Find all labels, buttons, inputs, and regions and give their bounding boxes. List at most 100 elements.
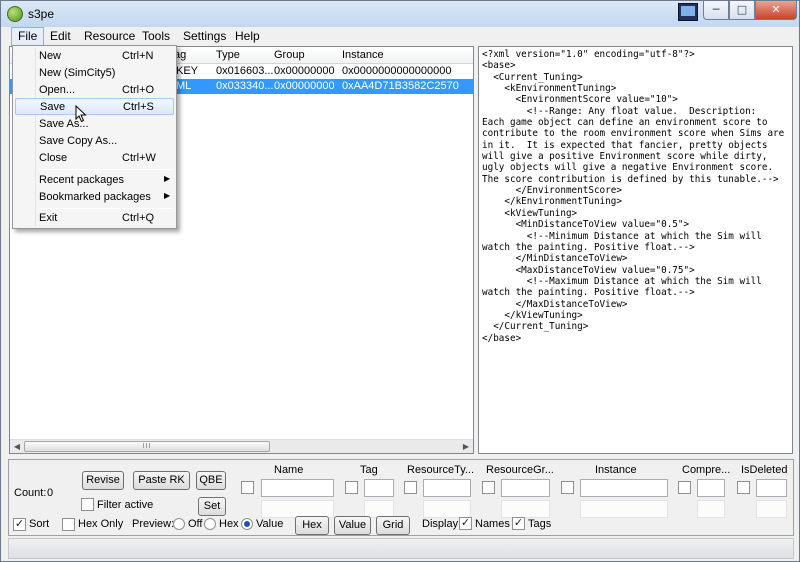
filter-active-label: Filter active	[97, 499, 154, 511]
row-group: 0x00000000	[274, 80, 335, 92]
scroll-left-icon[interactable]: ◀	[10, 440, 24, 454]
filter-column-isdeleted: IsDeleted	[741, 464, 788, 476]
grid-button[interactable]: Grid	[376, 516, 410, 535]
compressed-filter-input[interactable]	[697, 479, 725, 497]
value-button[interactable]: Value	[334, 516, 371, 535]
menu-item-recent-packages[interactable]: Recent packages ▶	[15, 172, 174, 189]
tags-checkbox[interactable]: ✓	[512, 517, 525, 530]
filter-column-instance: Instance	[595, 464, 637, 476]
column-header-instance[interactable]: Instance	[342, 49, 384, 61]
isdeleted-filter-input[interactable]	[756, 479, 787, 497]
row-type: 0x016603...	[216, 65, 274, 77]
resourcegroup-filter-input[interactable]	[501, 479, 550, 497]
isdeleted-filter-value[interactable]	[756, 500, 787, 518]
maximize-button[interactable]: □	[729, 1, 755, 20]
instance-filter-value[interactable]	[580, 500, 668, 518]
filter-column-compressed: Compre...	[682, 464, 731, 476]
menu-item-label: Close	[39, 152, 68, 164]
app-icon[interactable]	[7, 6, 23, 22]
menu-item-shortcut: Ctrl+W	[122, 152, 156, 164]
menu-item-shortcut: Ctrl+S	[123, 101, 154, 113]
menu-item-label: Save	[40, 101, 66, 113]
preview-off-radio[interactable]	[173, 518, 185, 530]
menu-help[interactable]: Help	[229, 27, 266, 46]
menu-bar: File Edit Resource Tools Settings Help	[1, 27, 799, 46]
resourcetype-filter-value[interactable]	[423, 500, 471, 518]
menu-item-save-as[interactable]: Save As...	[15, 116, 174, 133]
row-instance: 0x0000000000000000	[342, 65, 452, 77]
scroll-right-icon[interactable]: ▶	[459, 440, 473, 454]
preview-value-radio[interactable]	[241, 518, 253, 530]
column-header-type[interactable]: Type	[216, 49, 240, 61]
names-label: Names	[475, 518, 510, 530]
row-type: 0x033340...	[216, 80, 274, 92]
menu-item-close[interactable]: Close Ctrl+W	[15, 150, 174, 167]
compressed-filter-checkbox[interactable]	[678, 481, 691, 494]
menu-tools[interactable]: Tools	[136, 27, 176, 46]
menu-file[interactable]: File	[11, 27, 45, 46]
app-window: s3pe ─ □ ✕ File Edit Resource Tools Sett…	[0, 0, 800, 562]
file-menu-dropdown: New Ctrl+N New (SimCity5) Open... Ctrl+O…	[12, 45, 177, 229]
menu-item-shortcut: Ctrl+N	[122, 50, 154, 62]
menu-edit[interactable]: Edit	[44, 27, 77, 46]
menu-item-new[interactable]: New Ctrl+N	[15, 48, 174, 65]
menu-item-label: Bookmarked packages	[39, 191, 151, 203]
menu-item-save[interactable]: Save Ctrl+S	[15, 98, 174, 115]
resourcetype-filter-checkbox[interactable]	[404, 481, 417, 494]
compressed-filter-value[interactable]	[697, 500, 725, 518]
names-checkbox[interactable]: ✓	[459, 517, 472, 530]
resourcegroup-filter-checkbox[interactable]	[482, 481, 495, 494]
count-label: Count:	[14, 487, 47, 499]
menu-item-label: New (SimCity5)	[39, 67, 116, 79]
display-label: Display:	[422, 518, 462, 530]
menu-item-label: Recent packages	[39, 174, 124, 186]
column-header-group[interactable]: Group	[274, 49, 305, 61]
horizontal-scrollbar[interactable]: ◀ III ▶	[10, 439, 473, 453]
menu-item-label: Save Copy As...	[39, 135, 118, 147]
instance-filter-checkbox[interactable]	[561, 481, 574, 494]
menu-resource[interactable]: Resource	[78, 27, 141, 46]
isdeleted-filter-checkbox[interactable]	[737, 481, 750, 494]
menu-item-open[interactable]: Open... Ctrl+O	[15, 82, 174, 99]
xml-preview-pane[interactable]: <?xml version="1.0" encoding="utf-8"?> <…	[478, 46, 793, 454]
count-value: 0	[47, 487, 54, 499]
mouse-pointer-icon	[75, 105, 87, 123]
resourcegroup-filter-value[interactable]	[501, 500, 550, 518]
preview-label: Preview:	[132, 518, 175, 530]
menu-item-save-copy-as[interactable]: Save Copy As...	[15, 133, 174, 150]
name-filter-checkbox[interactable]	[241, 481, 254, 494]
row-tag: ML	[176, 80, 192, 92]
paste-rk-button[interactable]: Paste RK	[133, 471, 190, 490]
tag-filter-input[interactable]	[364, 479, 394, 497]
minimize-button[interactable]: ─	[703, 1, 729, 20]
menu-item-label: Exit	[39, 212, 58, 224]
sort-label: Sort	[29, 518, 50, 530]
menu-settings[interactable]: Settings	[177, 27, 232, 46]
menu-item-shortcut: Ctrl+Q	[122, 212, 155, 224]
hex-button[interactable]: Hex	[295, 516, 329, 535]
name-filter-input[interactable]	[261, 479, 334, 497]
qbe-button[interactable]: QBE	[196, 471, 226, 490]
filter-column-resourcetype: ResourceTy...	[407, 464, 475, 476]
filter-active-checkbox[interactable]	[81, 498, 94, 511]
row-tag: KEY	[176, 65, 199, 77]
tag-filter-checkbox[interactable]	[345, 481, 358, 494]
hex-only-label: Hex Only	[78, 518, 124, 530]
scroll-thumb[interactable]: III	[24, 441, 270, 452]
revise-button[interactable]: Revise	[82, 471, 124, 490]
preview-hex-label: Hex	[219, 518, 239, 530]
menu-item-new-simcity5[interactable]: New (SimCity5)	[15, 65, 174, 82]
title-bar[interactable]: s3pe ─ □ ✕	[1, 1, 799, 27]
close-button[interactable]: ✕	[755, 1, 797, 20]
resourcetype-filter-input[interactable]	[423, 479, 471, 497]
sort-checkbox[interactable]: ✓	[13, 518, 26, 531]
menu-item-bookmarked-packages[interactable]: Bookmarked packages ▶	[15, 189, 174, 206]
chevron-right-icon: ▶	[164, 174, 171, 183]
status-bar	[8, 538, 794, 559]
preview-hex-radio[interactable]	[204, 518, 216, 530]
set-button[interactable]: Set	[198, 497, 226, 516]
menu-item-exit[interactable]: Exit Ctrl+Q	[15, 210, 174, 227]
instance-filter-input[interactable]	[580, 479, 668, 497]
monitor-icon	[678, 3, 698, 21]
hex-only-checkbox[interactable]	[62, 518, 75, 531]
